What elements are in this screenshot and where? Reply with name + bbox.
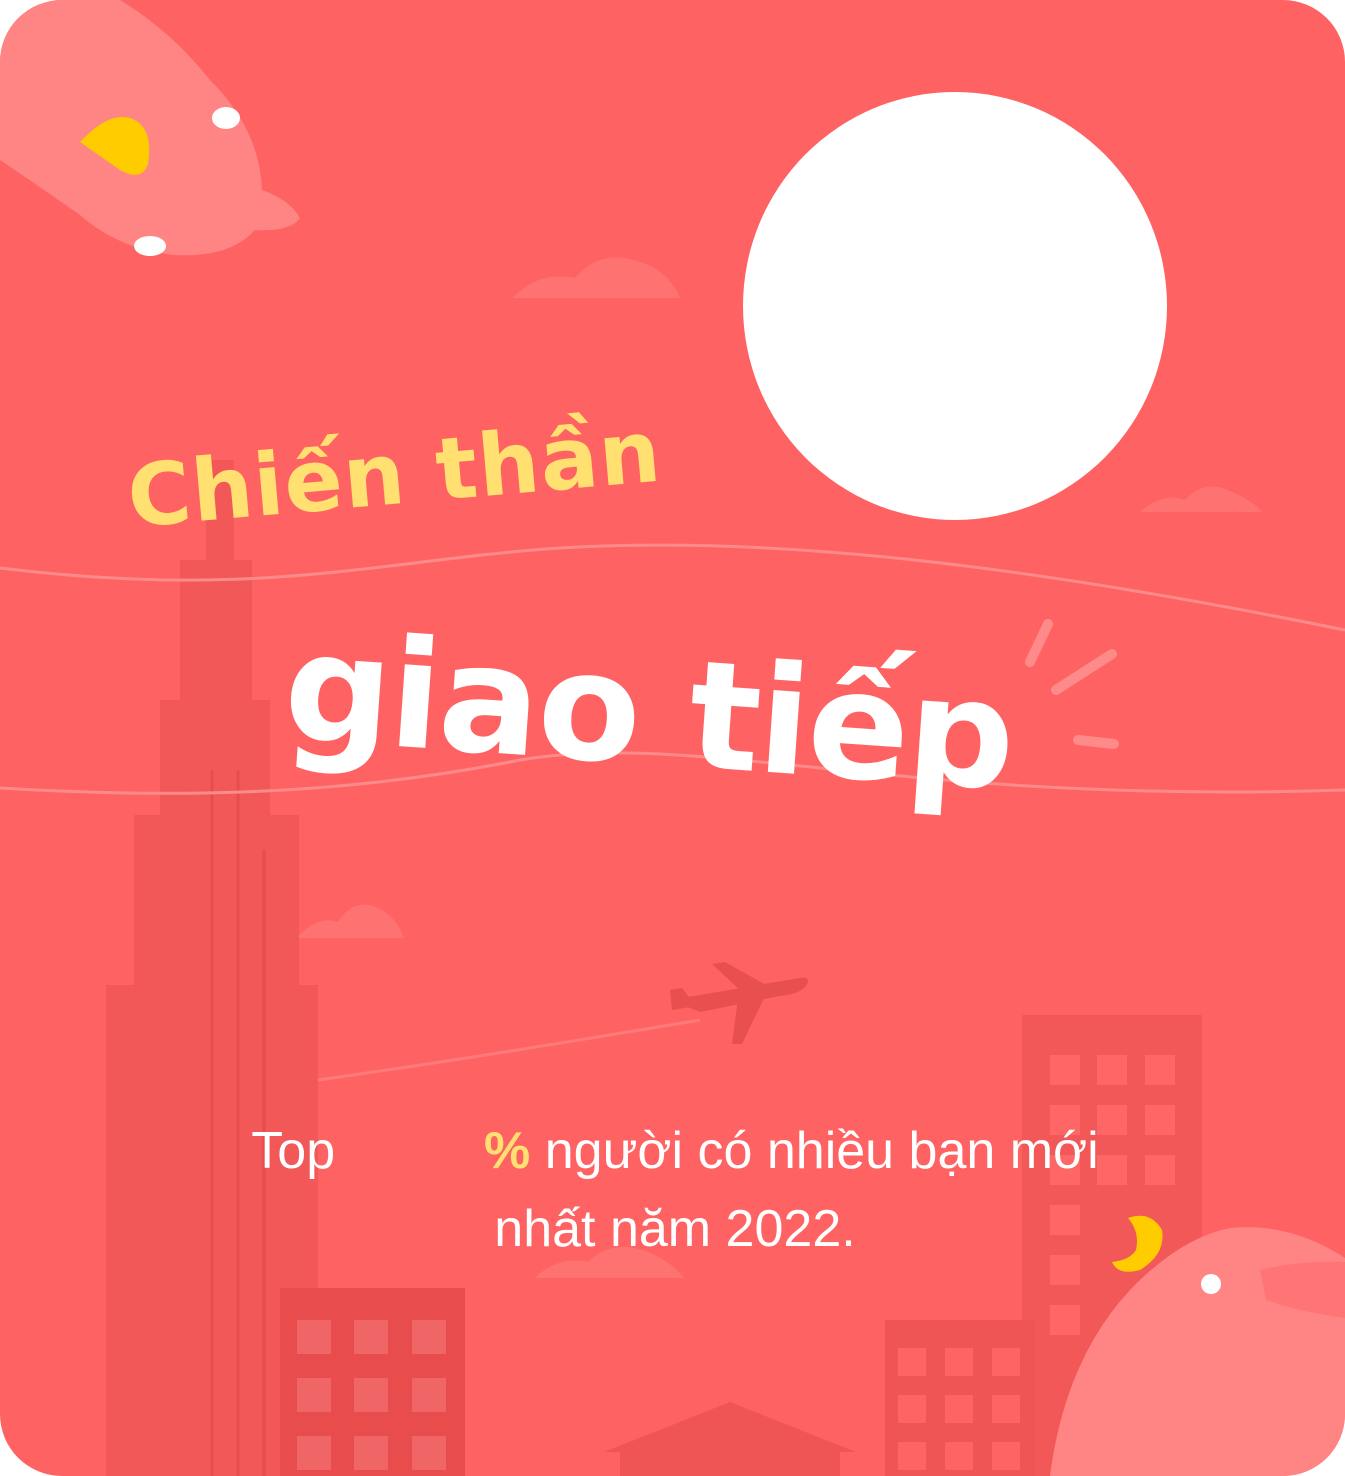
cloud-icon [512, 257, 680, 298]
stat-text-line-1: người có nhiều bạn mới [544, 1122, 1099, 1180]
cloud-icon [296, 904, 404, 938]
flight-trail [317, 1018, 701, 1082]
airplane-icon [670, 962, 808, 1044]
sparkle-icon [1025, 619, 1119, 749]
cloud-icon [1140, 486, 1262, 512]
avatar-placeholder [743, 92, 1167, 520]
stat-text: Top % người có nhiều bạn mới nhất năm 20… [160, 1112, 1190, 1268]
stat-percent-sign: % [484, 1122, 531, 1180]
building-windows [297, 1320, 446, 1470]
roof-shape [604, 1402, 856, 1452]
story-card: Chiến thần giao tiếp Top % người có nhiề… [0, 0, 1345, 1476]
mascot-bird-top-left [0, 0, 300, 256]
stat-text-line-2: nhất năm 2022. [494, 1200, 856, 1258]
stat-prefix: Top [251, 1122, 336, 1180]
